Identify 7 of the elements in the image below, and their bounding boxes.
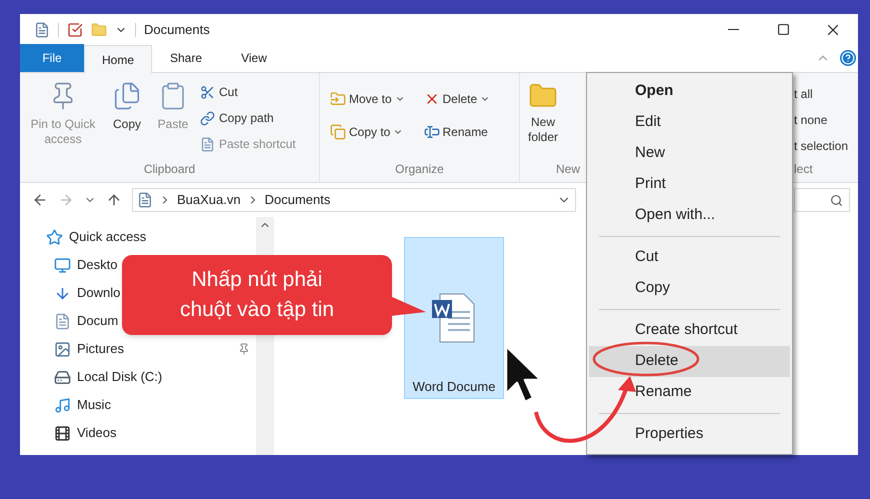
group-label: Clipboard [142, 161, 196, 178]
group-label: New [554, 161, 581, 178]
window-title: Documents [144, 20, 210, 39]
group-label: lect [794, 161, 814, 178]
file-name: Word Docume [412, 378, 496, 396]
group-label: Organize [394, 161, 445, 178]
callout-text: Nhấp nút phải chuột vào tập tin [178, 267, 336, 323]
